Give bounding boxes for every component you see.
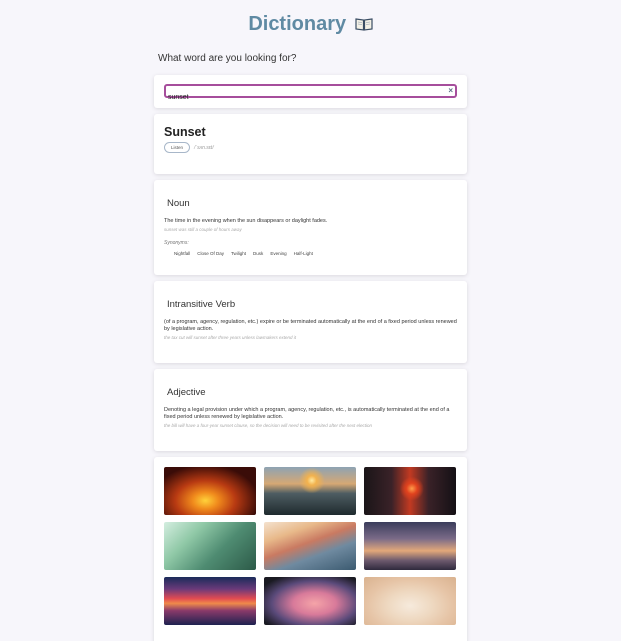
search-card: × xyxy=(154,75,467,108)
meaning-card-verb: Intransitive Verb (of a program, agency,… xyxy=(154,281,467,363)
synonyms-label: Synonyms: xyxy=(164,240,189,246)
synonym[interactable]: Half-Light xyxy=(294,251,313,256)
search-box: × xyxy=(164,84,457,103)
ocean-waves-sunset-photo[interactable] xyxy=(264,467,356,515)
airplane-window-sunset-photo[interactable] xyxy=(264,577,356,625)
phonetic-text: /ˈsʌn.sɛt/ xyxy=(194,144,214,151)
app-title: Dictionary xyxy=(0,12,621,36)
taj-mahal-photo[interactable] xyxy=(364,577,456,625)
image-gallery xyxy=(154,457,467,641)
synonym[interactable]: Evening xyxy=(270,251,286,256)
city-street-sunset-photo[interactable] xyxy=(364,467,456,515)
headword: Sunset xyxy=(164,125,206,139)
definition: Denoting a legal provision under which a… xyxy=(164,407,450,420)
synonym[interactable]: Twilight xyxy=(231,251,246,256)
green-light-rays-photo[interactable] xyxy=(164,522,256,570)
part-of-speech: Noun xyxy=(167,198,190,209)
sea-cave-sunset-photo[interactable] xyxy=(164,467,256,515)
synonyms-list: Nightfall Close Of Day Twilight Dusk Eve… xyxy=(164,251,457,256)
synonym[interactable]: Nightfall xyxy=(174,251,190,256)
coastal-cliff-town-photo[interactable] xyxy=(264,522,356,570)
example: the bill will have a four-year sunset cl… xyxy=(164,423,373,428)
meaning-card-noun: Noun The time in the evening when the su… xyxy=(154,180,467,275)
search-prompt: What word are you looking for? xyxy=(158,53,297,64)
purple-clouds-sky-photo[interactable] xyxy=(364,522,456,570)
definition: The time in the evening when the sun dis… xyxy=(164,218,328,224)
word-card: Sunset Listen /ˈsʌn.sɛt/ xyxy=(154,114,467,174)
listen-button[interactable]: Listen xyxy=(164,142,191,153)
lake-tree-sunset-photo[interactable] xyxy=(164,577,256,625)
search-input[interactable] xyxy=(166,92,436,103)
main-content: What word are you looking for? × Sunset … xyxy=(154,53,467,641)
part-of-speech: Adjective xyxy=(167,387,206,398)
clear-icon[interactable]: × xyxy=(448,86,453,96)
app-title-text: Dictionary xyxy=(248,13,347,35)
open-book-icon xyxy=(355,18,373,31)
example: the tax cut will sunset after three year… xyxy=(164,335,297,340)
example: sunset was still a couple of hours away xyxy=(164,227,242,232)
definition: (of a program, agency, regulation, etc.)… xyxy=(164,319,457,332)
part-of-speech: Intransitive Verb xyxy=(167,299,236,310)
synonym[interactable]: Dusk xyxy=(253,251,263,256)
meaning-card-adjective: Adjective Denoting a legal provision und… xyxy=(154,369,467,451)
phonetic-row: Listen /ˈsʌn.sɛt/ xyxy=(164,142,457,153)
synonym[interactable]: Close Of Day xyxy=(197,251,224,256)
